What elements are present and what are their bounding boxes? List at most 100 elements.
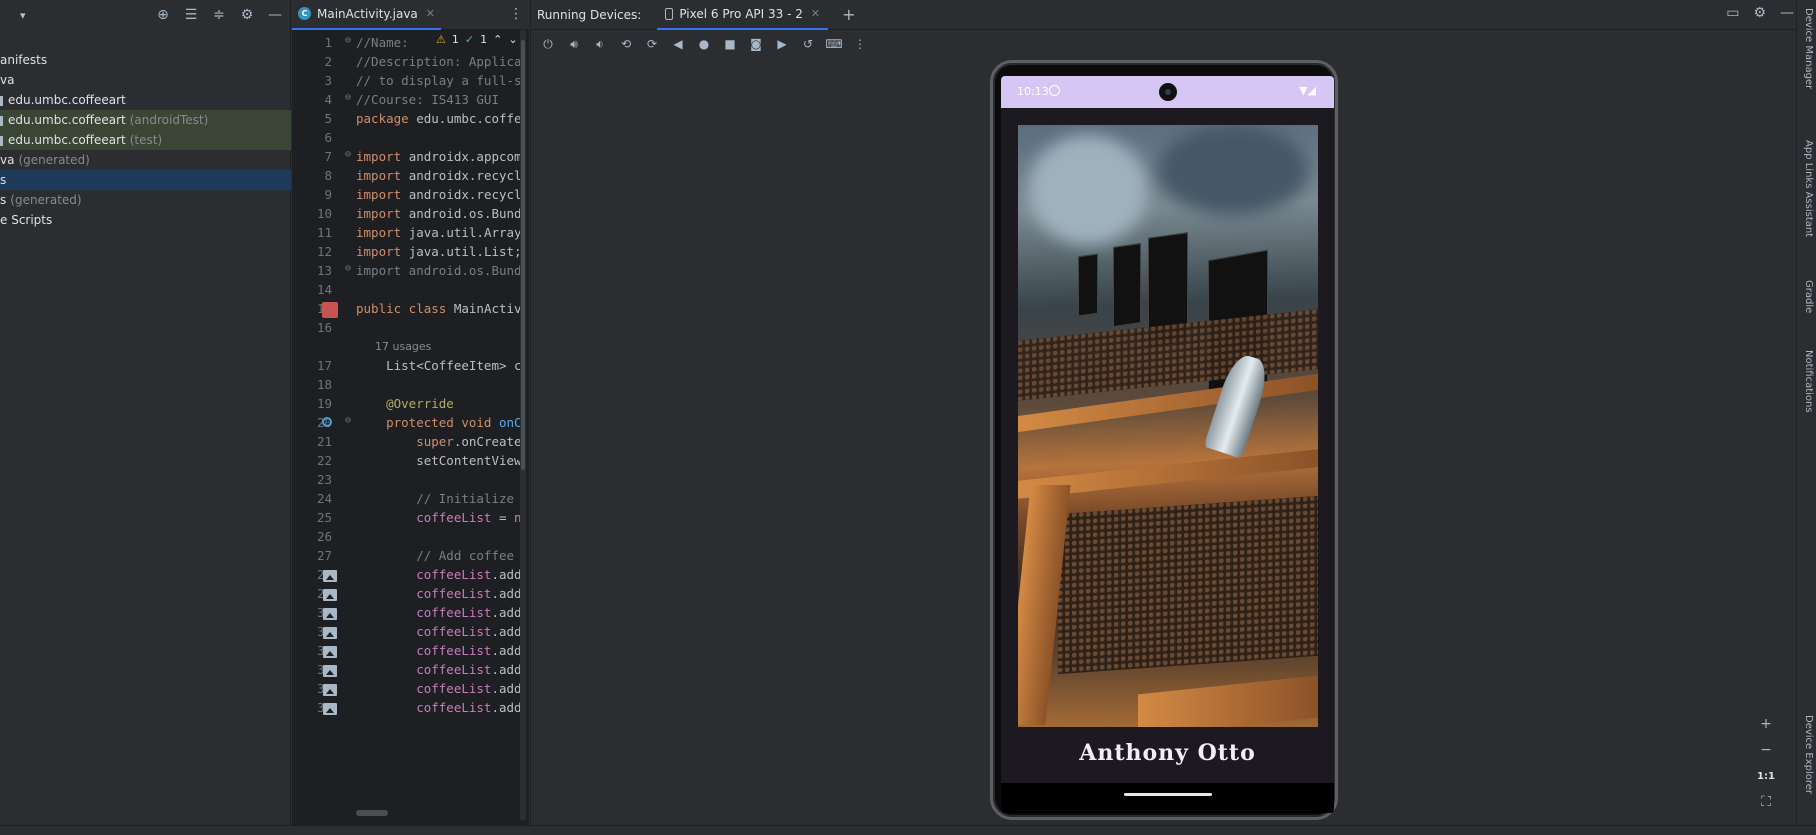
code-token: .add: [491, 662, 522, 677]
tool-notifications[interactable]: Notifications: [1803, 350, 1814, 413]
chevron-down-icon[interactable]: ▾: [20, 9, 26, 22]
code-line: import androidx.recycl: [356, 168, 522, 183]
settings-icon: [1049, 85, 1060, 96]
home-icon[interactable]: ●: [693, 33, 715, 55]
tree-item[interactable]: s: [0, 170, 291, 190]
image-icon[interactable]: [323, 608, 337, 620]
line-number: 26: [316, 529, 332, 544]
chevron-up-icon[interactable]: ⌃: [493, 33, 502, 46]
close-icon[interactable]: ✕: [426, 7, 435, 20]
line-number: 10: [316, 206, 332, 221]
expand-all-icon[interactable]: ☰: [180, 4, 202, 26]
overview-icon[interactable]: ■: [719, 33, 741, 55]
fold-icon[interactable]: ⊖: [345, 263, 351, 274]
zoom-in-icon[interactable]: +: [1760, 713, 1772, 735]
vertical-scrollbar[interactable]: [521, 40, 525, 470]
screen-record-icon[interactable]: ▶: [771, 33, 793, 55]
code-token: .add: [491, 700, 522, 715]
code-token: MainActiv: [453, 301, 522, 316]
override-icon[interactable]: [322, 417, 332, 427]
tool-gradle[interactable]: Gradle: [1803, 280, 1814, 313]
code-line: import androidx.recycl: [356, 187, 522, 202]
fold-icon[interactable]: ⊖: [345, 149, 351, 160]
rotate-right-icon[interactable]: ⟳: [641, 33, 663, 55]
power-icon[interactable]: ⏻: [537, 33, 559, 55]
fold-icon[interactable]: ⊖: [345, 415, 351, 426]
tool-app-links[interactable]: App Links Assistant: [1803, 140, 1814, 237]
check-count: 1: [480, 33, 488, 46]
inspection-widget[interactable]: ⚠ 1 ✓ 1 ⌃ ⌄: [432, 33, 518, 46]
tree-item-label: edu.umbc.coffeeart: [8, 93, 126, 107]
code-token: super: [356, 434, 454, 449]
line-number: 25: [316, 510, 332, 525]
image-icon[interactable]: [323, 570, 337, 582]
home-gesture-bar[interactable]: [1124, 793, 1212, 796]
code-line: coffeeList.add: [356, 624, 521, 639]
tree-item[interactable]: edu.umbc.coffeeart (androidTest): [0, 110, 291, 130]
extended-controls-icon[interactable]: ⌨: [823, 33, 845, 55]
image-icon[interactable]: [323, 665, 337, 677]
image-icon[interactable]: [323, 646, 337, 658]
tree-item[interactable]: va (generated): [0, 150, 291, 170]
code-token: //Course: IS413 GUI: [356, 92, 499, 107]
locate-icon[interactable]: ⊕: [152, 4, 174, 26]
image-icon[interactable]: [323, 703, 337, 715]
code-token: coffeeList: [356, 681, 492, 696]
volume-down-icon[interactable]: 🔉︎: [589, 33, 611, 55]
tree-item[interactable]: anifests: [0, 50, 291, 70]
code-token: List<CoffeeItem> c: [356, 358, 522, 373]
add-device-icon[interactable]: +: [842, 5, 855, 24]
collapse-all-icon[interactable]: ≑: [208, 4, 230, 26]
gear-icon[interactable]: ⚙: [1753, 5, 1766, 21]
tab-main-activity[interactable]: C MainActivity.java ✕: [292, 0, 441, 30]
hide-icon[interactable]: —: [1780, 5, 1794, 21]
volume-up-icon[interactable]: 🔊︎: [563, 33, 585, 55]
fit-screen-icon[interactable]: ⛶: [1761, 791, 1771, 813]
chevron-down-icon[interactable]: ⌄: [508, 33, 517, 46]
line-number: 21: [316, 434, 332, 449]
code-line: setContentView: [356, 453, 521, 468]
image-icon[interactable]: [323, 684, 337, 696]
back-icon[interactable]: ◀: [667, 33, 689, 55]
tab-device[interactable]: Pixel 6 Pro API 33 - 2 ✕: [657, 0, 829, 30]
code-line: coffeeList.add: [356, 681, 521, 696]
fold-icon[interactable]: ⊖: [345, 92, 351, 103]
code-area[interactable]: 1 ⊖ //Name: 2 //Description: Applica 3 // to …: [292, 30, 529, 820]
tool-device-explorer[interactable]: Device Explorer: [1803, 715, 1814, 794]
line-number: 13: [316, 263, 332, 278]
app-content: Anthony Otto: [1001, 108, 1334, 783]
hide-icon[interactable]: —: [264, 4, 286, 26]
code-token: import: [356, 225, 409, 240]
chalk-sign: [1113, 243, 1141, 327]
device-screen[interactable]: 10:13 ▼◢ Anthony Otto: [1001, 76, 1334, 813]
image-icon[interactable]: [323, 589, 337, 601]
warning-icon: ⚠: [436, 33, 446, 46]
image-icon[interactable]: [323, 627, 337, 639]
tree-item[interactable]: edu.umbc.coffeeart: [0, 90, 291, 110]
maximize-icon[interactable]: ▭: [1726, 5, 1739, 21]
zoom-out-icon[interactable]: −: [1760, 739, 1772, 761]
code-line: protected void onC: [356, 415, 521, 430]
actual-size-button[interactable]: 1:1: [1757, 765, 1775, 787]
tree-item[interactable]: va: [0, 70, 291, 90]
device-toolbar: ⏻ 🔊︎ 🔉︎ ⟲ ⟳ ◀ ● ■ ◙ ▶ ↺ ⌨ ⋮: [531, 31, 1816, 57]
code-token: coffeeList: [356, 700, 492, 715]
tree-item[interactable]: s (generated): [0, 190, 291, 210]
run-icon[interactable]: [322, 302, 338, 318]
usages-hint[interactable]: 17 usages: [375, 340, 431, 353]
code-token: =: [491, 510, 515, 525]
tree-item[interactable]: e Scripts: [0, 210, 291, 230]
horizontal-scrollbar[interactable]: [356, 810, 388, 816]
tree-item[interactable]: edu.umbc.coffeeart (test): [0, 130, 291, 150]
screenshot-icon[interactable]: ◙: [745, 33, 767, 55]
snapshot-icon[interactable]: ↺: [797, 33, 819, 55]
more-icon[interactable]: ⋮: [509, 6, 523, 22]
close-icon[interactable]: ✕: [811, 7, 820, 20]
tool-device-manager[interactable]: Device Manager: [1803, 8, 1814, 89]
fold-icon[interactable]: ⊖: [345, 35, 351, 46]
gear-icon[interactable]: ⚙: [236, 4, 258, 26]
rotate-left-icon[interactable]: ⟲: [615, 33, 637, 55]
background-blur: [1158, 125, 1308, 215]
line-number: 3: [324, 73, 332, 88]
more-icon[interactable]: ⋮: [849, 33, 871, 55]
